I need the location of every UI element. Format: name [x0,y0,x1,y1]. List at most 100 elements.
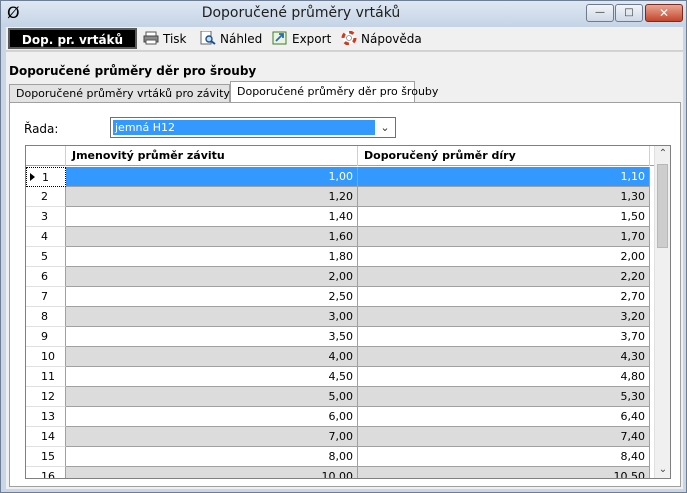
row-index-cell[interactable]: 6 [26,267,66,287]
recommended-hole-cell[interactable]: 3,70 [358,327,650,347]
nominal-diameter-cell[interactable]: 1,20 [66,187,358,207]
nominal-diameter-cell[interactable]: 10,00 [66,467,358,478]
preview-button[interactable]: Náhled [200,30,262,48]
table-row[interactable]: 10 4,00 4,30 [26,347,654,367]
table-row[interactable]: 2 1,20 1,30 [26,187,654,207]
series-select-value: jemná H12 [113,120,375,135]
row-index-cell[interactable]: 11 [26,367,66,387]
magnifier-page-icon [200,31,216,45]
table-row[interactable]: 11 4,50 4,80 [26,367,654,387]
recommended-hole-cell[interactable]: 2,70 [358,287,650,307]
nominal-diameter-cell[interactable]: 2,00 [66,267,358,287]
minimize-button[interactable]: — [586,4,614,22]
title-bar[interactable]: Ø Doporučené průměry vrtáků — □ ✕ [1,1,686,27]
nominal-diameter-cell[interactable]: 4,00 [66,347,358,367]
nominal-diameter-cell[interactable]: 1,60 [66,227,358,247]
row-index-cell[interactable]: 12 [26,387,66,407]
export-button[interactable]: Export [272,30,331,48]
maximize-button[interactable]: □ [615,4,643,22]
recommended-hole-cell[interactable]: 1,50 [358,207,650,227]
tab-panel: Řada: jemná H12 ⌄ Jmenovitý průměr závit… [9,102,681,487]
recommended-hole-cell[interactable]: 3,20 [358,307,650,327]
scroll-thumb[interactable] [657,164,668,248]
row-index-cell[interactable]: 8 [26,307,66,327]
toolbar: Dop. pr. vrtáků Tisk Náhled Export Nápov… [6,27,683,51]
nominal-diameter-cell[interactable]: 3,00 [66,307,358,327]
table-row[interactable]: 4 1,60 1,70 [26,227,654,247]
scroll-up-icon[interactable]: ⌃ [655,146,670,162]
row-index-cell[interactable]: 5 [26,247,66,267]
header-corner [26,146,66,166]
nominal-diameter-cell[interactable]: 2,50 [66,287,358,307]
table-row[interactable]: 16 10,00 10,50 [26,467,654,478]
table-row[interactable]: 13 6,00 6,40 [26,407,654,427]
toolbar-main-button[interactable]: Dop. pr. vrtáků [8,28,137,49]
series-label: Řada: [24,122,59,136]
nominal-diameter-cell[interactable]: 6,00 [66,407,358,427]
table-row[interactable]: 5 1,80 2,00 [26,247,654,267]
nominal-diameter-cell[interactable]: 1,40 [66,207,358,227]
row-index-cell[interactable]: 9 [26,327,66,347]
row-index-cell[interactable]: 14 [26,427,66,447]
nominal-diameter-cell[interactable]: 4,50 [66,367,358,387]
print-button[interactable]: Tisk [143,30,187,48]
series-select[interactable]: jemná H12 ⌄ [110,117,396,138]
chevron-down-icon[interactable]: ⌄ [377,119,393,136]
help-label: Nápověda [361,32,422,46]
row-index-cell[interactable]: 7 [26,287,66,307]
table-row[interactable]: 6 2,00 2,20 [26,267,654,287]
nominal-diameter-cell[interactable]: 7,00 [66,427,358,447]
row-index-cell[interactable]: 10 [26,347,66,367]
table-row[interactable]: 7 2,50 2,70 [26,287,654,307]
row-index-cell[interactable]: 4 [26,227,66,247]
diameter-grid[interactable]: Jmenovitý průměr závitu Doporučený průmě… [25,145,671,479]
nominal-diameter-cell[interactable]: 1,80 [66,247,358,267]
recommended-hole-cell[interactable]: 4,80 [358,367,650,387]
table-row[interactable]: 15 8,00 8,40 [26,447,654,467]
grid-header: Jmenovitý průměr závitu Doporučený průmě… [26,146,654,166]
vertical-scrollbar[interactable]: ⌃ ⌄ [654,146,670,478]
scroll-down-icon[interactable]: ⌄ [655,462,670,478]
nominal-diameter-cell[interactable]: 5,00 [66,387,358,407]
recommended-hole-cell[interactable]: 7,40 [358,427,650,447]
app-window: Ø Doporučené průměry vrtáků — □ ✕ Dop. p… [0,0,687,493]
lifebuoy-icon [341,31,357,45]
recommended-hole-cell[interactable]: 8,40 [358,447,650,467]
export-label: Export [292,32,332,46]
table-row[interactable]: 3 1,40 1,50 [26,207,654,227]
recommended-hole-cell[interactable]: 10,50 [358,467,650,478]
recommended-hole-cell[interactable]: 5,30 [358,387,650,407]
tab-hole-diameters-bolts[interactable]: Doporučené průměry děr pro šrouby [230,81,438,103]
recommended-hole-cell[interactable]: 4,30 [358,347,650,367]
table-row[interactable]: 9 3,50 3,70 [26,327,654,347]
current-row-arrow-icon [30,173,35,181]
row-index-cell[interactable]: 3 [26,207,66,227]
help-button[interactable]: Nápověda [341,30,422,48]
recommended-hole-cell[interactable]: 1,10 [358,167,650,187]
header-nominal-diameter[interactable]: Jmenovitý průměr závitu [66,146,358,166]
recommended-hole-cell[interactable]: 1,70 [358,227,650,247]
table-row[interactable]: 8 3,00 3,20 [26,307,654,327]
tab-drill-diameters-nut-threads[interactable]: Doporučené průměry vrtáků pro závity mat… [9,84,264,103]
print-label: Tisk [163,32,187,46]
close-button[interactable]: ✕ [645,4,683,22]
nominal-diameter-cell[interactable]: 8,00 [66,447,358,467]
row-index-cell[interactable]: 2 [26,187,66,207]
nominal-diameter-cell[interactable]: 3,50 [66,327,358,347]
section-title: Doporučené průměry děr pro šrouby [9,64,257,78]
recommended-hole-cell[interactable]: 2,20 [358,267,650,287]
table-row[interactable]: 14 7,00 7,40 [26,427,654,447]
window-title: Doporučené průměry vrtáků [201,5,401,21]
export-icon [272,31,287,45]
table-row[interactable]: 12 5,00 5,30 [26,387,654,407]
table-row[interactable]: 1 1,00 1,10 [26,167,654,187]
preview-label: Náhled [220,32,263,46]
header-recommended-hole[interactable]: Doporučený průměr díry [358,146,650,166]
nominal-diameter-cell[interactable]: 1,00 [66,167,358,187]
row-index-cell[interactable]: 16 [26,467,66,478]
row-index-cell[interactable]: 15 [26,447,66,467]
recommended-hole-cell[interactable]: 6,40 [358,407,650,427]
row-index-cell[interactable]: 13 [26,407,66,427]
recommended-hole-cell[interactable]: 1,30 [358,187,650,207]
recommended-hole-cell[interactable]: 2,00 [358,247,650,267]
